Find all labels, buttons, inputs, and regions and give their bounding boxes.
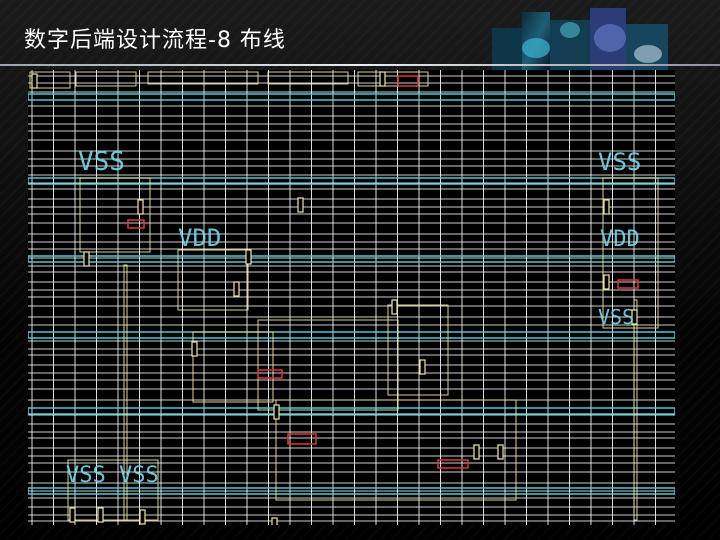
via-mark — [191, 341, 198, 357]
power-rail — [28, 255, 675, 263]
cell-outline — [177, 249, 249, 311]
via-mark — [379, 71, 386, 87]
layout-label: VSS — [78, 147, 125, 177]
cell-outline — [267, 71, 349, 85]
via-mark — [97, 507, 104, 523]
red-wire — [257, 369, 283, 379]
via-mark — [497, 444, 504, 460]
via-mark — [419, 359, 426, 375]
cell-outline — [192, 331, 274, 403]
via-mark — [297, 197, 304, 213]
layout-label: VSS — [598, 148, 641, 176]
red-wire — [127, 219, 145, 229]
layout-drawing: VSS VSS VDD VDD VSS VSS VSS — [28, 70, 675, 525]
via-mark — [603, 274, 610, 290]
via-mark — [233, 281, 240, 297]
cell-outline — [147, 71, 259, 85]
title-divider — [0, 64, 720, 66]
routing-layout-view: VSS VSS VDD VDD VSS VSS VSS — [28, 70, 675, 525]
via-mark — [473, 444, 480, 460]
slide-title: 数字后端设计流程-8 布线 — [24, 28, 286, 53]
via-mark — [271, 517, 278, 525]
red-wire — [437, 459, 469, 469]
layout-label: VDD — [178, 224, 221, 252]
cell-outline — [633, 299, 638, 521]
via-mark — [245, 249, 252, 265]
red-wire — [397, 75, 419, 87]
layout-label: VDD — [600, 227, 640, 252]
via-mark — [139, 509, 146, 525]
via-mark — [391, 299, 398, 315]
via-mark — [137, 199, 144, 215]
power-rail — [28, 331, 675, 339]
red-wire — [617, 279, 639, 289]
via-mark — [83, 251, 90, 267]
power-rail — [28, 93, 675, 101]
decorative-banner-image — [492, 8, 668, 70]
via-mark — [603, 199, 610, 215]
via-mark — [273, 404, 280, 420]
cell-outline — [75, 71, 137, 87]
horizontal-routing-tracks — [28, 75, 675, 522]
via-mark — [69, 507, 76, 523]
power-rail — [28, 407, 675, 415]
power-rails — [28, 93, 675, 495]
layout-label: VSS — [598, 305, 634, 329]
cell-outlines — [29, 71, 659, 521]
layout-label: VSS VSS — [66, 463, 159, 488]
via-mark — [31, 73, 38, 89]
